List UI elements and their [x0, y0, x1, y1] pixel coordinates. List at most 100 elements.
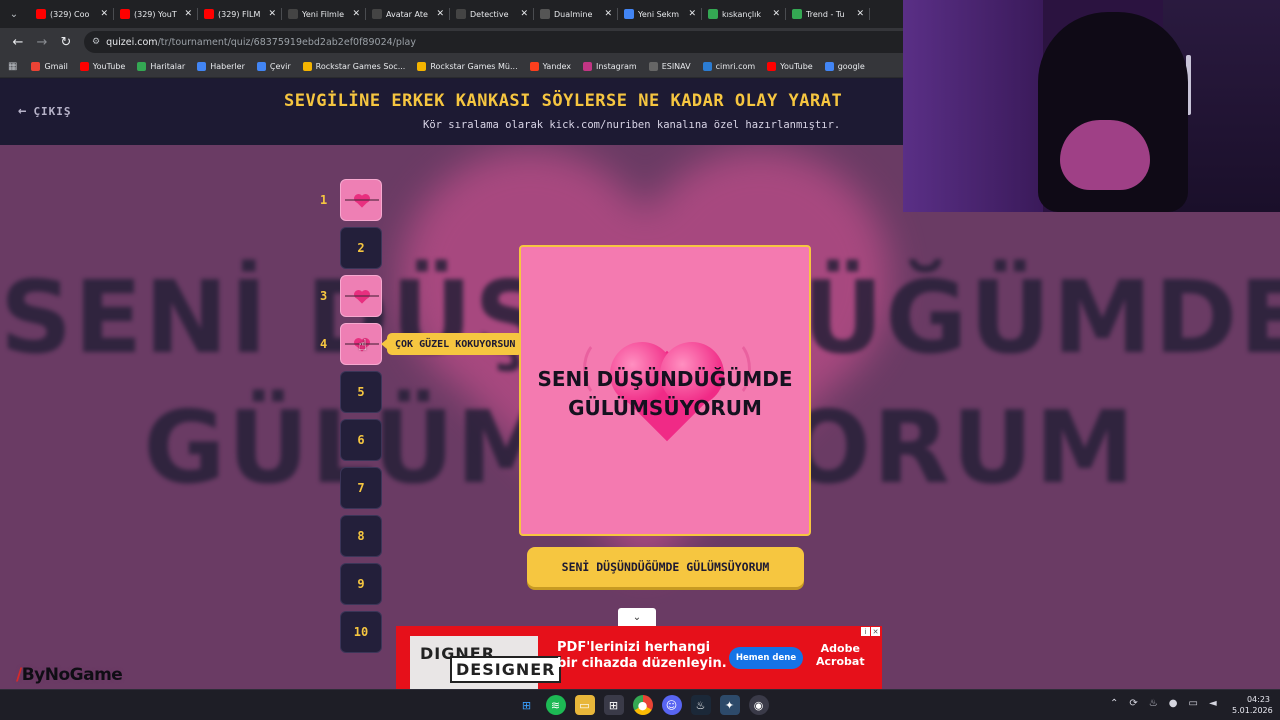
network-icon[interactable]: ▭ [1188, 698, 1197, 709]
bookmark-item[interactable]: Haberler [197, 62, 245, 71]
bookmark-item[interactable]: Gmail [31, 62, 68, 71]
rank-slot[interactable]: 7 [340, 467, 382, 509]
rank-tooltip: ÇOK GÜZEL KOKUYORSUN [380, 333, 524, 355]
ad-info-icon[interactable]: i [861, 627, 870, 636]
reload-icon[interactable]: ↻ [56, 32, 76, 52]
rank-slot[interactable] [340, 179, 382, 221]
openai-icon [456, 9, 466, 19]
bookmark-list: Gmail YouTube Haritalar Haberler Çevir Rockst… [31, 62, 876, 71]
forward-arrow-icon[interactable]: → [32, 32, 52, 52]
bookmark-label: YouTube [780, 62, 813, 71]
file-explorer-icon[interactable]: ▭ [574, 695, 595, 715]
rank-slot-number: 7 [357, 481, 365, 495]
close-tab-icon[interactable]: ✕ [520, 9, 528, 19]
bookmark-favicon-icon [256, 62, 266, 71]
tab-search-chevron-icon[interactable]: ⌄ [4, 4, 24, 24]
tray-steam-icon[interactable]: ♨ [1149, 698, 1158, 709]
bookmark-favicon-icon [137, 62, 147, 71]
bookmark-item[interactable]: Rockstar Games Soc... [302, 62, 406, 71]
browser-tab[interactable]: Detective ✕ [450, 0, 534, 28]
webcam-overlay [903, 0, 1280, 212]
close-tab-icon[interactable]: ✕ [436, 9, 444, 19]
advertisement-banner[interactable]: DIGNER DESIGNER PDF'lerinizi herhangi bi… [396, 626, 882, 689]
rank-slot[interactable] [340, 275, 382, 317]
bookmark-item[interactable]: google [824, 62, 865, 71]
bookmark-item[interactable]: Yandex [529, 62, 571, 71]
browser-tab[interactable]: (329) YouT ✕ [114, 0, 198, 28]
rank-slot-number: 8 [357, 529, 365, 543]
bookmark-item[interactable]: cimri.com [702, 62, 756, 71]
url-path: /tr/tournament/quiz/68375919ebd2ab2ef0f8… [157, 36, 416, 48]
back-arrow-icon[interactable]: ← [8, 32, 28, 52]
close-tab-icon[interactable]: ✕ [772, 9, 780, 19]
openai-icon [288, 9, 298, 19]
close-tab-icon[interactable]: ✕ [184, 9, 192, 19]
rank-slot[interactable]: 8 [340, 515, 382, 557]
browser-tab[interactable]: Dualmine ✕ [534, 0, 618, 28]
tray-chevron-icon[interactable]: ⌃ [1110, 698, 1118, 709]
browser-tab[interactable]: Avatar Ate ✕ [366, 0, 450, 28]
windows-start-icon[interactable]: ⊞ [517, 695, 537, 715]
spotify-icon[interactable]: ≋ [545, 695, 566, 715]
close-tab-icon[interactable]: ✕ [688, 9, 696, 19]
close-tab-icon[interactable]: ✕ [352, 9, 360, 19]
close-tab-icon[interactable]: ✕ [856, 9, 864, 19]
bookmark-favicon-icon [197, 62, 207, 71]
browser-tab[interactable]: kıskançlık ✕ [702, 0, 786, 28]
ad-collapse-chevron-icon[interactable]: ⌄ [618, 608, 656, 626]
system-clock[interactable]: 04:23 5.01.2026 [1232, 694, 1273, 716]
quiz-subtitle: Kör sıralama olarak kick.com/nuriben kan… [423, 119, 841, 131]
bookmark-item[interactable]: YouTube [79, 62, 125, 71]
bookmark-item[interactable]: ESINAV [648, 62, 691, 71]
close-tab-icon[interactable]: ✕ [100, 9, 108, 19]
rank-row: 7 [320, 467, 382, 509]
bookmark-label: cimri.com [715, 62, 756, 71]
bookmark-item[interactable]: Haritalar [137, 62, 185, 71]
discord-icon[interactable]: ☺ [661, 695, 682, 715]
volume-icon[interactable]: ◄ [1209, 698, 1217, 709]
browser-tab[interactable]: Yeni Sekm ✕ [618, 0, 702, 28]
clock-date: 5.01.2026 [1232, 706, 1273, 715]
rank-slot[interactable]: ☝ [340, 323, 382, 365]
bookmark-label: Rockstar Games Soc... [315, 62, 406, 71]
close-tab-icon[interactable]: ✕ [604, 9, 612, 19]
arrow-left-icon: ← [18, 103, 28, 119]
browser-tab[interactable]: Yeni Filmle ✕ [282, 0, 366, 28]
rank-row: 3 [320, 275, 382, 317]
game-launcher-icon[interactable]: ✦ [719, 695, 740, 715]
bookmark-item[interactable]: YouTube [767, 62, 813, 71]
quiz-option-card[interactable]: SENİ DÜŞÜNDÜĞÜMDE GÜLÜMSÜYORUM [519, 245, 811, 536]
screen: ⌄ (329) Coo ✕ (329) YouT ✕ (329) FİLM ✕ Yeni F… [0, 0, 1280, 720]
browser-tab[interactable]: (329) FİLM ✕ [198, 0, 282, 28]
apps-grid-icon[interactable]: ▦ [8, 61, 17, 72]
browser-tab[interactable]: (329) Coo ✕ [30, 0, 114, 28]
bookmark-favicon-icon [702, 62, 712, 71]
microphone-icon[interactable]: ● [1169, 698, 1178, 709]
rank-slot[interactable]: 2 [340, 227, 382, 269]
rank-slot[interactable]: 6 [340, 419, 382, 461]
tray-sync-icon[interactable]: ⟳ [1129, 698, 1137, 709]
browser-tab[interactable]: Trend - Tu ✕ [786, 0, 870, 28]
rank-slot[interactable]: 5 [340, 371, 382, 413]
exit-button[interactable]: ← ÇIKIŞ [18, 103, 72, 119]
bookmark-label: Haberler [210, 62, 245, 71]
bookmark-item[interactable]: Rockstar Games Mü... [417, 62, 518, 71]
bookmark-label: Instagram [595, 62, 637, 71]
ad-close-icon[interactable]: ✕ [871, 627, 880, 636]
bookmark-item[interactable]: Instagram [582, 62, 637, 71]
obs-icon[interactable]: ◉ [748, 695, 769, 715]
rank-slot[interactable]: 9 [340, 563, 382, 605]
tab-title: Detective [470, 9, 509, 19]
tab-title: Yeni Sekm [638, 9, 680, 19]
steam-icon[interactable]: ♨ [690, 695, 711, 715]
card-caption-line1: SENİ DÜŞÜNDÜĞÜMDE [537, 367, 793, 391]
close-tab-icon[interactable]: ✕ [268, 9, 276, 19]
store-icon[interactable]: ⊞ [603, 695, 624, 715]
rank-slot[interactable]: 10 [340, 611, 382, 653]
site-info-icon[interactable]: ⚙ [92, 37, 100, 47]
tab-list: (329) Coo ✕ (329) YouT ✕ (329) FİLM ✕ Yeni Fil… [30, 0, 870, 28]
chrome-icon[interactable]: ● [632, 695, 653, 715]
ad-cta-button[interactable]: Hemen dene [729, 647, 803, 669]
bookmark-item[interactable]: Çevir [256, 62, 291, 71]
choice-button[interactable]: SENİ DÜŞÜNDÜĞÜMDE GÜLÜMSÜYORUM [527, 547, 804, 587]
